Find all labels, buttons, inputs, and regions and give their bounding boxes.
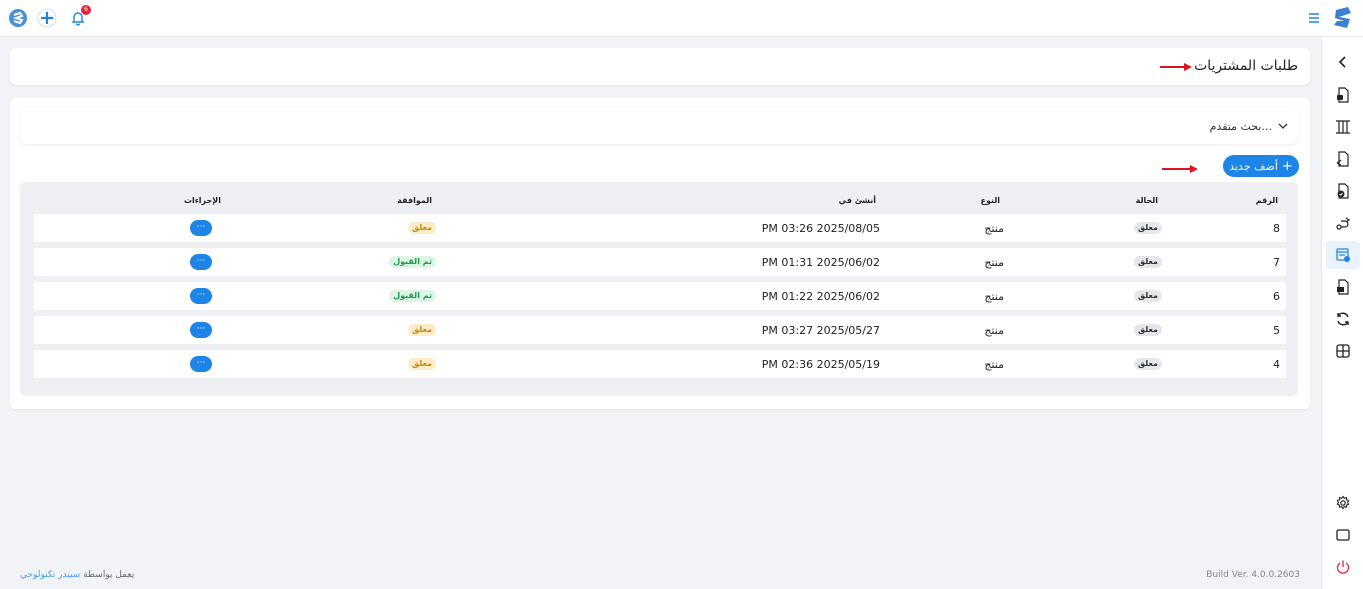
row-created: PM 01:31 2025/06/02 [761,256,880,269]
advanced-search-toggle[interactable]: بحث متقدم... [20,108,1298,144]
column-header-status: الحالة [1135,196,1158,205]
sidebar-item-logout[interactable] [1333,557,1353,577]
sidebar-item-routes[interactable] [1333,213,1353,233]
sidebar-item-purchase-requests[interactable] [1326,241,1360,269]
sidebar-item-columns[interactable] [1333,117,1353,137]
add-new-label: أضف جديد [1229,159,1278,173]
page-title: طلبات المشتريات [1194,58,1298,74]
row-number: 6 [1273,290,1280,303]
power-icon [1336,560,1350,574]
approval-badge: معلق [408,324,436,336]
sidebar-collapse-button[interactable] [1333,52,1353,72]
row-created: PM 02:36 2025/05/19 [761,358,880,371]
purchase-list-icon [1336,248,1350,262]
chevron-left-icon [1338,56,1346,68]
sidebar-item-sync[interactable] [1333,309,1353,329]
table-row[interactable]: 5 معلق منتج PM 03:27 2025/05/27 معلق ··· [34,316,1286,344]
notification-badge: 6 [81,5,91,15]
notifications-button[interactable]: 6 [68,5,91,28]
approval-badge: تم القبول [389,256,436,268]
row-actions-button[interactable]: ··· [190,356,212,372]
status-badge: معلق [1134,358,1162,370]
hamburger-menu-icon[interactable] [1304,8,1324,28]
sidebar-item-layout[interactable] [1333,341,1353,361]
powered-by-brand-link[interactable]: سبيدر تكنولوجي [20,570,80,580]
sidebar-item-settings[interactable] [1333,493,1353,513]
row-created: PM 03:26 2025/08/05 [761,222,880,235]
column-header-created: أنشئ في [838,196,876,205]
table-row[interactable]: 4 معلق منتج PM 02:36 2025/05/19 معلق ··· [34,350,1286,378]
add-icon[interactable] [37,8,57,28]
row-created: PM 03:27 2025/05/27 [761,324,880,337]
row-type: منتج [984,324,1004,337]
top-bar: 6 [0,0,1363,37]
build-version: Build Ver. 4.0.0.2603 [1206,570,1300,580]
status-badge: معلق [1134,222,1162,234]
row-actions-button[interactable]: ··· [190,322,212,338]
route-icon [1336,217,1351,230]
advanced-search-label: بحث متقدم... [1209,120,1272,133]
sidebar-item-invoices[interactable] [1333,277,1353,297]
row-type: منتج [984,256,1004,269]
row-number: 4 [1273,358,1280,371]
annotation-arrow-icon [1162,165,1198,173]
file-share-icon [1336,151,1349,167]
row-type: منتج [984,358,1004,371]
annotation-arrow-icon [1160,63,1192,71]
monitor-icon [1336,529,1350,541]
status-badge: معلق [1134,324,1162,336]
row-number: 5 [1273,324,1280,337]
row-actions-button[interactable]: ··· [190,254,212,270]
chevron-down-icon [1278,123,1288,129]
invoice-icon [1337,279,1349,295]
sidebar [1321,37,1363,589]
add-new-button[interactable]: + أضف جديد [1223,155,1299,177]
sidebar-item-approved-files[interactable] [1333,181,1353,201]
row-actions-button[interactable]: ··· [190,288,212,304]
column-header-actions: الإجراءات [183,196,221,205]
table-row[interactable]: 6 معلق منتج PM 01:22 2025/06/02 تم القبو… [34,282,1286,310]
row-created: PM 01:22 2025/06/02 [761,290,880,303]
row-actions-button[interactable]: ··· [190,220,212,236]
column-header-number: الرقم [1255,196,1278,205]
file-lock-icon [1337,87,1349,103]
grid-icon [1336,344,1350,358]
approval-badge: معلق [408,358,436,370]
approval-badge: معلق [408,222,436,234]
columns-icon [1336,120,1350,134]
column-header-type: النوع [980,196,1001,205]
row-type: منتج [984,222,1004,235]
table-row[interactable]: 8 معلق منتج PM 03:26 2025/08/05 معلق ··· [34,214,1286,242]
page-header: طلبات المشتريات [10,48,1310,85]
status-badge: معلق [1134,256,1162,268]
row-number: 7 [1273,256,1280,269]
refresh-icon [1337,312,1349,326]
sidebar-item-shared-files[interactable] [1333,149,1353,169]
file-check-icon [1337,183,1349,199]
sidebar-item-display[interactable] [1333,525,1353,545]
plus-icon: + [1281,158,1293,174]
data-table: الرقم الحالة النوع أنشئ في الموافقة الإج… [20,182,1298,396]
status-badge: معلق [1134,290,1162,302]
brand-logo-icon[interactable] [1330,6,1354,30]
column-header-approval: الموافقة [397,196,432,205]
gear-icon [1336,495,1350,510]
row-number: 8 [1273,222,1280,235]
approval-badge: تم القبول [389,290,436,302]
sidebar-item-locked-files[interactable] [1333,85,1353,105]
row-type: منتج [984,290,1004,303]
powered-by: يعمل بواسطة سبيدر تكنولوجي [20,570,134,580]
app-logo-icon[interactable] [8,8,28,28]
table-row[interactable]: 7 معلق منتج PM 01:31 2025/06/02 تم القبو… [34,248,1286,276]
main-panel: بحث متقدم... + أضف جديد الرقم الحالة الن… [10,98,1310,409]
powered-by-prefix: يعمل بواسطة [83,570,135,580]
